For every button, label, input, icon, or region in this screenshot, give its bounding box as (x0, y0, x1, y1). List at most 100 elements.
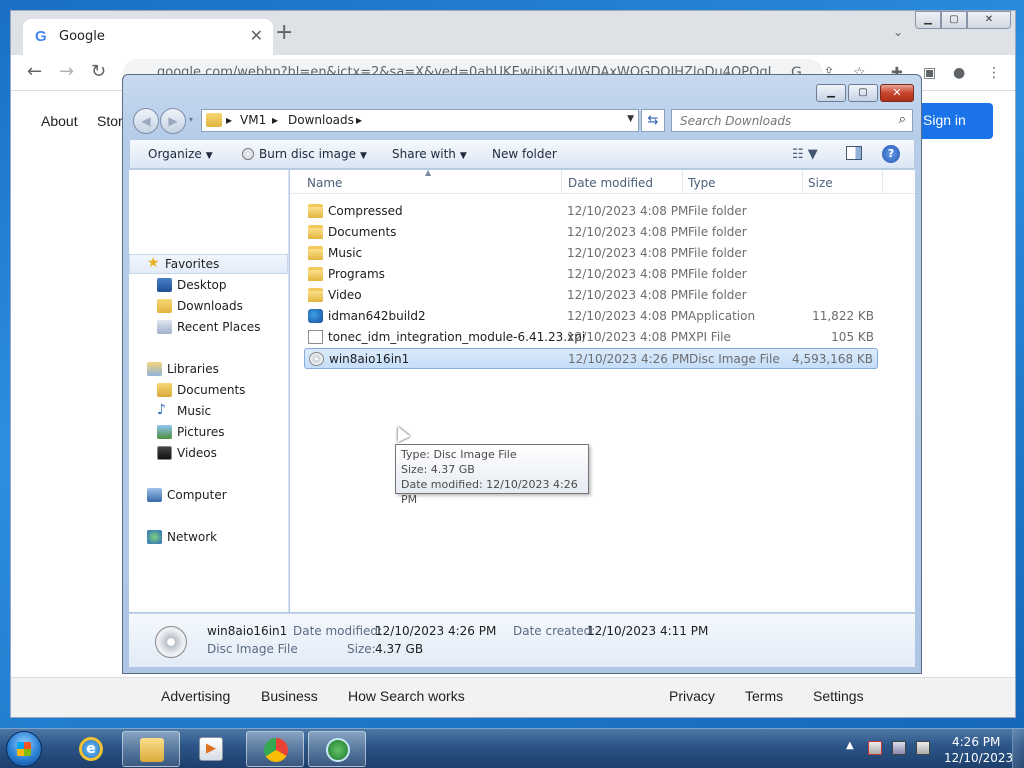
nav-item-recent-places[interactable]: Recent Places (129, 317, 288, 337)
taskbar-chrome[interactable] (246, 731, 304, 767)
nav-libraries[interactable]: Libraries (129, 359, 288, 379)
file-row-compressed[interactable]: Compressed 12/10/2023 4:08 PM File folde… (304, 201, 878, 222)
clock-time[interactable]: 4:26 PM (952, 735, 1000, 749)
footer-terms-link[interactable]: Terms (745, 688, 783, 704)
nav-item-music[interactable]: ♪ Music (129, 401, 288, 421)
address-dropdown-icon[interactable]: ▼ (627, 114, 634, 124)
share-with-button[interactable]: Share with ▼ (392, 147, 467, 161)
explorer-close-button[interactable]: ✕ (880, 84, 914, 102)
google-footer: Advertising Business How Search works Pr… (11, 677, 1015, 717)
footer-business-link[interactable]: Business (261, 688, 318, 704)
file-row-video[interactable]: Video 12/10/2023 4:08 PM File folder (304, 285, 878, 306)
explorer-minimize-button[interactable]: ▁ (816, 84, 846, 102)
column-divider[interactable] (682, 170, 683, 194)
burn-disc-image-button[interactable]: Burn disc image ▼ (242, 147, 367, 161)
tab-search-chevron-icon[interactable]: ⌄ (893, 25, 903, 39)
nav-label: Favorites (165, 257, 220, 271)
file-date: 12/10/2023 4:08 PM (567, 267, 689, 281)
search-icon[interactable]: ⌕ (899, 112, 906, 127)
file-row-programs[interactable]: Programs 12/10/2023 4:08 PM File folder (304, 264, 878, 285)
taskbar-media-player[interactable]: ▶ (182, 731, 240, 767)
tab-title: Google (59, 29, 105, 44)
nav-label: Recent Places (177, 320, 261, 334)
file-row-music[interactable]: Music 12/10/2023 4:08 PM File folder (304, 243, 878, 264)
breadcrumb-separator-icon[interactable]: ▸ (226, 113, 232, 127)
explorer-maximize-button[interactable]: ▢ (848, 84, 878, 102)
details-file-name: win8aio16in1 (207, 624, 288, 638)
recent-pages-chevron-icon[interactable]: ▾ (189, 115, 193, 124)
organize-button[interactable]: Organize ▼ (148, 147, 213, 161)
file-name: Programs (328, 267, 385, 281)
preview-pane-icon[interactable] (846, 146, 862, 160)
breadcrumb-separator-icon[interactable]: ▸ (272, 113, 278, 127)
new-tab-plus-icon[interactable]: + (275, 22, 293, 44)
clock-date[interactable]: 12/10/2023 (944, 751, 1013, 765)
explorer-back-icon[interactable]: ◀ (133, 108, 159, 134)
column-divider[interactable] (561, 170, 562, 194)
taskbar-windows-explorer[interactable] (122, 731, 180, 767)
file-row-win8aio16in1[interactable]: win8aio16in1 12/10/2023 4:26 PM Disc Ima… (304, 348, 878, 369)
file-row-xpi[interactable]: tonec_idm_integration_module-6.41.23.xpi… (304, 327, 878, 348)
network-globe-icon (147, 530, 162, 544)
details-created-value: 12/10/2023 4:11 PM (587, 624, 709, 638)
chrome-close-button[interactable]: ✕ (967, 11, 1011, 29)
column-name[interactable]: Name (307, 176, 342, 190)
footer-advertising-link[interactable]: Advertising (161, 688, 230, 704)
tab-close-icon[interactable]: ✕ (250, 26, 263, 45)
reload-icon[interactable]: ↻ (91, 61, 106, 83)
column-size[interactable]: Size (808, 176, 833, 190)
search-input[interactable] (672, 110, 888, 131)
back-arrow-icon[interactable]: ← (27, 61, 42, 83)
new-folder-button[interactable]: New folder (492, 147, 557, 161)
column-date-modified[interactable]: Date modified (568, 176, 653, 190)
details-modified-value: 12/10/2023 4:26 PM (375, 624, 497, 638)
taskbar-internet-download-manager[interactable] (308, 731, 366, 767)
breadcrumb-downloads[interactable]: Downloads (288, 113, 354, 127)
forward-arrow-icon[interactable]: → (59, 61, 74, 83)
profile-avatar-icon[interactable]: ● (953, 65, 965, 81)
chevron-down-icon: ▼ (205, 151, 213, 161)
sign-in-button[interactable]: Sign in (913, 103, 993, 139)
network-status-icon[interactable] (892, 741, 906, 755)
show-hidden-icons-icon[interactable]: ▲ (846, 740, 854, 751)
nav-favorites-row[interactable]: ★ Favorites (129, 254, 288, 274)
nav-item-desktop[interactable]: Desktop (129, 275, 288, 295)
explorer-address-bar[interactable]: ▸ VM1 ▸ Downloads ▸ ▼ (201, 109, 639, 132)
windows-explorer-icon (140, 738, 164, 762)
details-pane: win8aio16in1 Disc Image File Date modifi… (129, 613, 915, 667)
help-icon[interactable]: ? (882, 145, 900, 163)
file-row-documents[interactable]: Documents 12/10/2023 4:08 PM File folder (304, 222, 878, 243)
breadcrumb-vm1[interactable]: VM1 (240, 113, 266, 127)
side-panel-icon[interactable]: ▣ (923, 65, 936, 81)
change-view-icon[interactable]: ☷ ▼ (792, 147, 818, 162)
footer-privacy-link[interactable]: Privacy (669, 688, 715, 704)
column-divider[interactable] (802, 170, 803, 194)
volume-muted-icon[interactable] (916, 741, 930, 755)
taskbar-internet-explorer[interactable]: e (62, 731, 120, 767)
file-row-idman[interactable]: idman642build2 12/10/2023 4:08 PM Applic… (304, 306, 878, 327)
search-box[interactable]: ⌕ (671, 109, 913, 132)
chrome-tab-google[interactable]: G Google ✕ (23, 19, 273, 55)
start-button[interactable] (6, 731, 42, 767)
nav-network[interactable]: Network (129, 527, 288, 547)
explorer-forward-icon[interactable]: ▶ (160, 108, 186, 134)
footer-how-search-works-link[interactable]: How Search works (348, 688, 465, 704)
action-center-flag-icon[interactable] (868, 741, 882, 755)
chrome-minimize-button[interactable]: ▁ (915, 11, 941, 29)
nav-item-videos[interactable]: Videos (129, 443, 288, 463)
nav-item-downloads[interactable]: Downloads (129, 296, 288, 316)
show-desktop-button[interactable] (1012, 729, 1024, 768)
details-file-type: Disc Image File (207, 642, 298, 656)
chrome-maximize-button[interactable]: ▢ (941, 11, 967, 29)
breadcrumb-separator-icon[interactable]: ▸ (356, 113, 362, 127)
nav-item-documents[interactable]: Documents (129, 380, 288, 400)
refresh-icon[interactable]: ⇆ (641, 109, 665, 132)
nav-item-pictures[interactable]: Pictures (129, 422, 288, 442)
footer-settings-link[interactable]: Settings (813, 688, 864, 704)
column-divider[interactable] (882, 170, 883, 194)
nav-computer[interactable]: Computer (129, 485, 288, 505)
column-type[interactable]: Type (688, 176, 716, 190)
file-date: 12/10/2023 4:08 PM (567, 309, 689, 323)
chrome-menu-icon[interactable]: ⋮ (987, 65, 1001, 81)
about-link[interactable]: About (41, 113, 78, 129)
